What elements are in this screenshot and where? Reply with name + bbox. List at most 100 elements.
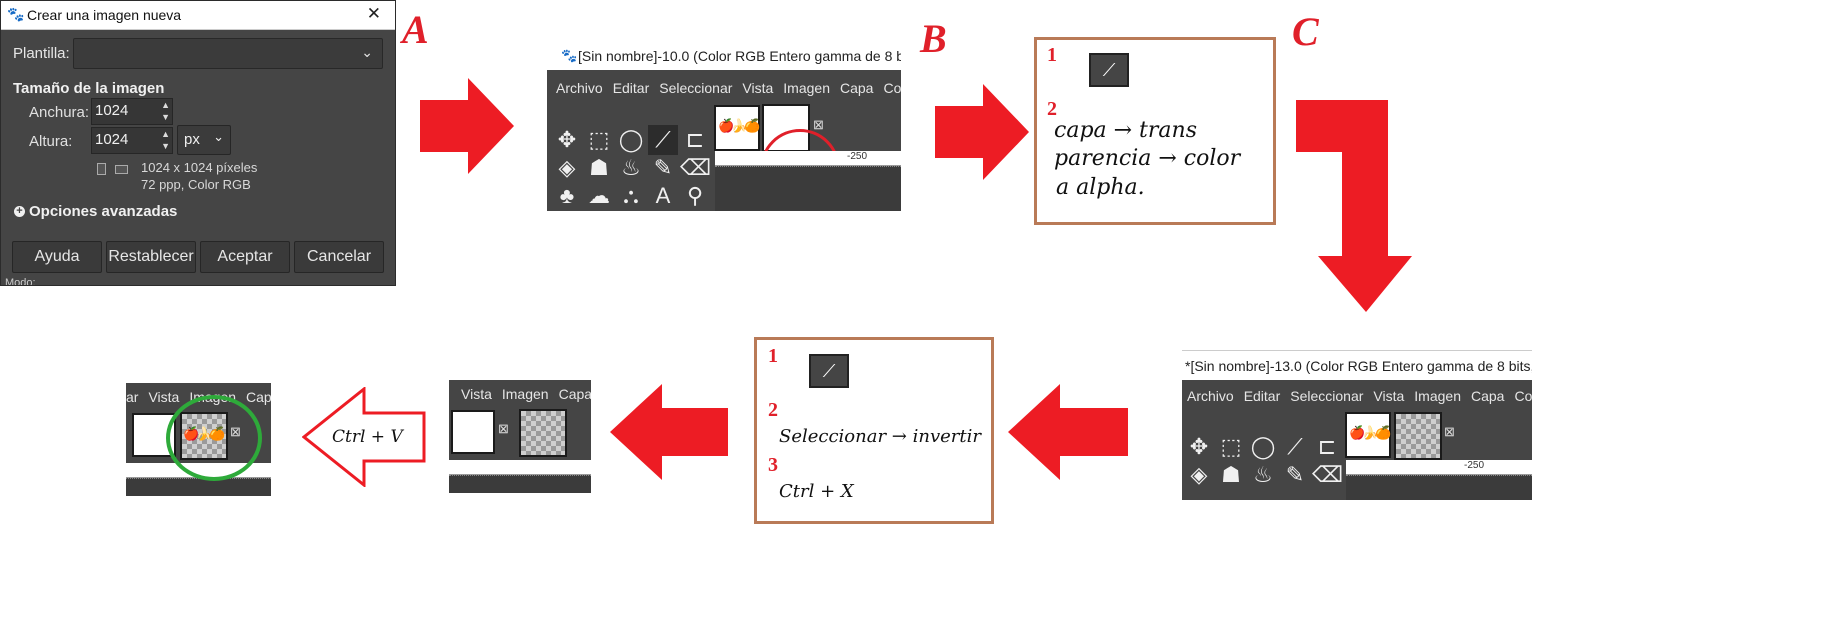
landscape-icon[interactable] bbox=[115, 165, 128, 174]
menu-editar[interactable]: Editar bbox=[1244, 388, 1281, 404]
ruler-label: -250 bbox=[1464, 460, 1485, 471]
toolbox: ✥ ⬚ ◯ ⟋ ⊏ ◈ ☗ ♨ ✎ ⌫ bbox=[1184, 432, 1344, 500]
close-tab-icon[interactable]: ⊠ bbox=[498, 421, 509, 437]
width-field[interactable]: 1024 ▲ ▼ bbox=[91, 98, 173, 125]
unit-select[interactable]: px ⌄ bbox=[177, 125, 231, 155]
highlight-circle-green bbox=[166, 395, 262, 481]
arrow-right-2 bbox=[935, 84, 1029, 180]
advanced-options[interactable]: Opciones avanzadas bbox=[29, 203, 177, 220]
image-size-heading: Tamaño de la imagen bbox=[13, 80, 165, 97]
menu-capa[interactable]: Capa bbox=[559, 386, 591, 402]
new-image-dialog: 🐾 Crear una imagen nueva ✕ Plantilla: ⌄ … bbox=[0, 0, 396, 286]
move-tool-icon[interactable]: ✥ bbox=[552, 125, 582, 155]
menu-seleccionar[interactable]: Seleccionar bbox=[659, 80, 732, 96]
menu-vista[interactable]: Vista bbox=[742, 80, 773, 96]
transform-icon[interactable]: ◈ bbox=[552, 153, 582, 183]
bucket-fill-icon[interactable]: ♨ bbox=[1248, 460, 1278, 490]
crop-icon[interactable]: ⊏ bbox=[680, 125, 710, 155]
reset-button[interactable]: Restablecer bbox=[106, 241, 196, 273]
width-value: 1024 bbox=[95, 102, 129, 119]
fuzzy-select-icon[interactable]: ⟋ bbox=[648, 125, 678, 155]
menu-seleccionar[interactable]: Seleccionar bbox=[1290, 388, 1363, 404]
paths-icon[interactable]: ⛬ bbox=[616, 181, 646, 211]
status-fragment: Modo: bbox=[5, 278, 36, 285]
canvas-area bbox=[1346, 475, 1532, 500]
width-stepper-icon[interactable]: ▲ ▼ bbox=[161, 99, 170, 123]
step-number-1: 1 bbox=[768, 345, 778, 367]
instruction-line-2: parencia → color bbox=[1054, 146, 1241, 171]
template-select[interactable]: ⌄ bbox=[73, 38, 383, 69]
paintbrush-icon[interactable]: ✎ bbox=[1280, 460, 1310, 490]
image-tab-transparent[interactable] bbox=[519, 409, 567, 457]
window-titlebar: *[Sin nombre]-13.0 (Color RGB Entero gam… bbox=[1182, 350, 1532, 380]
image-tab-transparent[interactable] bbox=[1394, 412, 1442, 460]
menu-colores[interactable]: Colores bbox=[1514, 388, 1532, 404]
warp-icon[interactable]: ☗ bbox=[584, 153, 614, 183]
chevron-down-icon: ⌄ bbox=[213, 129, 224, 144]
arrow-left-2 bbox=[610, 384, 728, 480]
close-tab-icon[interactable]: ⊠ bbox=[813, 117, 824, 133]
transform-icon[interactable]: ◈ bbox=[1184, 460, 1214, 490]
resolution-info: 72 ppp, Color RGB bbox=[141, 177, 251, 192]
menu-capa[interactable]: Capa bbox=[840, 80, 873, 96]
canvas-area bbox=[449, 475, 591, 493]
lasso-icon[interactable]: ◯ bbox=[1248, 432, 1278, 462]
step-number-2: 2 bbox=[768, 399, 778, 421]
menu-imagen[interactable]: Imagen bbox=[783, 80, 830, 96]
canvas-area bbox=[715, 166, 901, 211]
clone-icon[interactable]: ♣ bbox=[552, 181, 582, 211]
menu-imagen[interactable]: Imagen bbox=[502, 386, 549, 402]
move-tool-icon[interactable]: ✥ bbox=[1184, 432, 1214, 462]
step-number-3: 3 bbox=[768, 454, 778, 476]
menu-archivo[interactable]: Archivo bbox=[556, 80, 603, 96]
rect-select-icon[interactable]: ⬚ bbox=[584, 125, 614, 155]
image-tab-fruits[interactable]: 🍎🍌🍊 bbox=[714, 105, 761, 151]
height-value: 1024 bbox=[95, 131, 129, 148]
help-button[interactable]: Ayuda bbox=[12, 241, 102, 273]
gimp-logo-icon: 🐾 bbox=[561, 48, 578, 63]
arrow-right-1 bbox=[420, 78, 514, 174]
instruction-box-c: 1 ⟋ 2 capa → trans parencia → color a al… bbox=[1034, 37, 1276, 225]
menu-editar[interactable]: Editar bbox=[613, 80, 650, 96]
gimp-window-d: *[Sin nombre]-13.0 (Color RGB Entero gam… bbox=[1182, 350, 1532, 500]
menu-capa[interactable]: Capa bbox=[246, 389, 271, 405]
menu-vista[interactable]: Vista bbox=[461, 386, 492, 402]
menu-imagen[interactable]: Imagen bbox=[1414, 388, 1461, 404]
close-icon[interactable]: ✕ bbox=[367, 4, 381, 24]
portrait-icon[interactable] bbox=[97, 163, 106, 175]
eraser-icon[interactable]: ⌫ bbox=[680, 153, 711, 183]
window-title: *[Sin nombre]-13.0 (Color RGB Entero gam… bbox=[1185, 358, 1532, 374]
eraser-icon[interactable]: ⌫ bbox=[1312, 460, 1343, 490]
paintbrush-icon[interactable]: ✎ bbox=[648, 153, 678, 183]
instruction-line-3: Ctrl + X bbox=[779, 481, 854, 502]
ruler-label: -250 bbox=[847, 151, 868, 162]
menu-capa[interactable]: Capa bbox=[1471, 388, 1504, 404]
color-picker-icon[interactable]: ⚲ bbox=[680, 181, 710, 211]
instruction-line-3: a alpha. bbox=[1056, 175, 1145, 200]
menu-archivo[interactable]: Archivo bbox=[1187, 388, 1234, 404]
crop-icon[interactable]: ⊏ bbox=[1312, 432, 1342, 462]
lasso-icon[interactable]: ◯ bbox=[616, 125, 646, 155]
fuzzy-select-icon[interactable]: ⟋ bbox=[1280, 432, 1310, 462]
menu-colores[interactable]: Colores bbox=[883, 80, 901, 96]
ok-button[interactable]: Aceptar bbox=[200, 241, 290, 273]
text-tool-icon[interactable]: A bbox=[648, 181, 678, 211]
menubar: Vista Imagen Capa bbox=[461, 386, 591, 402]
paste-shortcut-label: Ctrl + V bbox=[332, 427, 403, 447]
height-stepper-icon[interactable]: ▲ ▼ bbox=[161, 128, 170, 152]
rect-select-icon[interactable]: ⬚ bbox=[1216, 432, 1246, 462]
menu-vista[interactable]: Vista bbox=[1373, 388, 1404, 404]
image-tab-fruits[interactable]: 🍎🍌🍊 bbox=[1345, 412, 1392, 458]
bucket-fill-icon[interactable]: ♨ bbox=[616, 153, 646, 183]
height-field[interactable]: 1024 ▲ ▼ bbox=[91, 127, 173, 154]
cancel-button[interactable]: Cancelar bbox=[294, 241, 384, 273]
close-tab-icon[interactable]: ⊠ bbox=[1444, 424, 1455, 440]
template-label: Plantilla: bbox=[13, 45, 70, 62]
menu-fragment[interactable]: ar bbox=[126, 389, 138, 405]
image-tab-white[interactable] bbox=[451, 410, 495, 454]
expand-plus-icon[interactable]: + bbox=[14, 206, 25, 217]
warp-icon[interactable]: ☗ bbox=[1216, 460, 1246, 490]
menu-vista[interactable]: Vista bbox=[148, 389, 179, 405]
gimp-window-b: 🐾 [Sin nombre]-10.0 (Color RGB Entero ga… bbox=[547, 41, 901, 211]
smudge-icon[interactable]: ☁ bbox=[584, 181, 614, 211]
